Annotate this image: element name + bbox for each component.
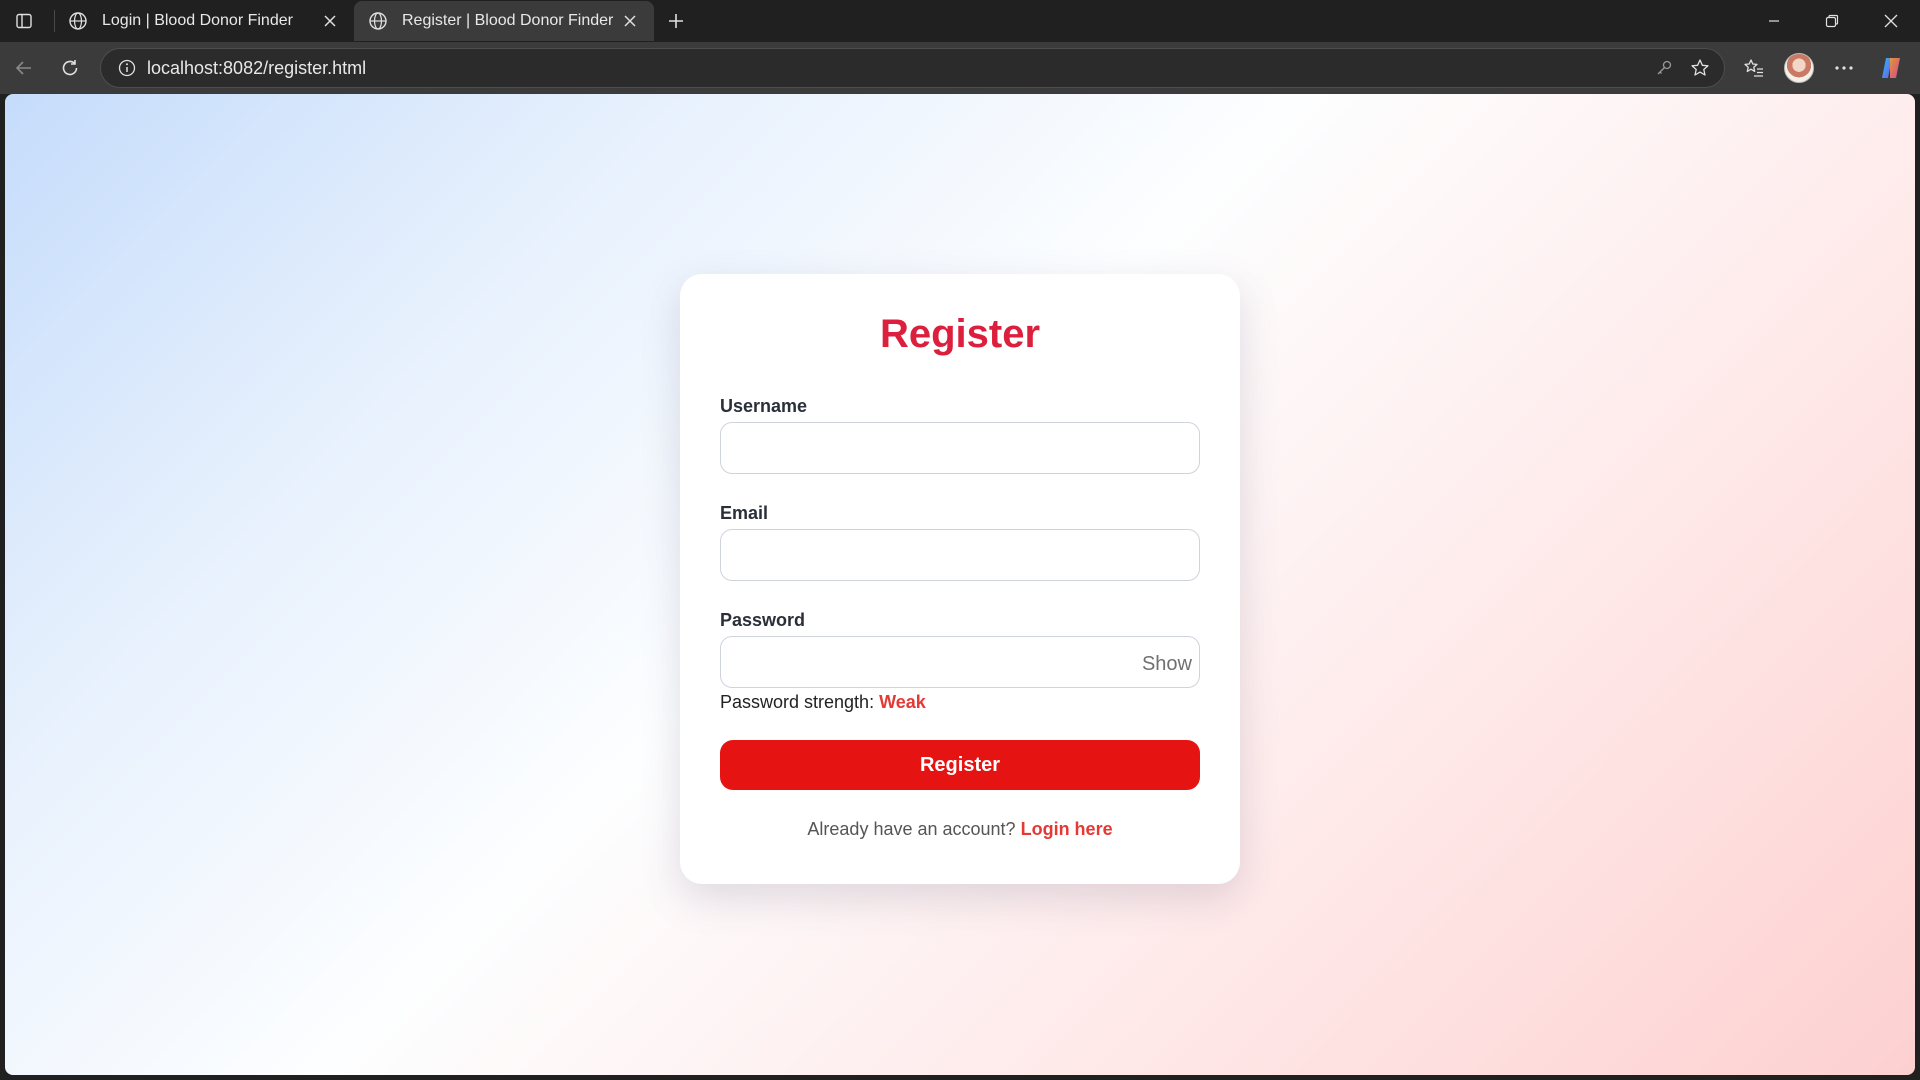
window-close-icon[interactable] <box>1862 0 1920 42</box>
show-password-toggle[interactable]: Show <box>1132 649 1192 679</box>
info-icon[interactable] <box>107 48 147 88</box>
reload-icon[interactable] <box>52 50 88 86</box>
tab-register[interactable]: Register | Blood Donor Finder <box>354 1 654 41</box>
username-label: Username <box>720 396 808 416</box>
login-prompt: Already have an account? Login here <box>680 819 1240 840</box>
register-button[interactable]: Register <box>720 740 1200 790</box>
profile-avatar[interactable] <box>1781 50 1817 86</box>
email-input[interactable] <box>720 529 1200 581</box>
browser-toolbar: localhost:8082/register.html <box>0 42 1920 94</box>
register-card: Register Username Email Password Show Pa… <box>680 274 1240 884</box>
strength-value: Weak <box>879 692 926 712</box>
page-viewport: Register Username Email Password Show Pa… <box>5 94 1915 1075</box>
restore-icon[interactable] <box>1803 0 1861 42</box>
favorites-icon[interactable] <box>1736 50 1772 86</box>
tab-strip: Login | Blood Donor Finder Register | Bl… <box>0 0 1920 42</box>
password-input[interactable] <box>720 636 1200 688</box>
key-icon[interactable] <box>1646 50 1682 86</box>
tab-title: Login | Blood Donor Finder <box>102 12 293 29</box>
new-tab-icon[interactable] <box>660 5 692 37</box>
close-icon[interactable] <box>318 9 342 33</box>
tab-login[interactable]: Login | Blood Donor Finder <box>54 1 354 41</box>
login-prompt-text: Already have an account? <box>807 819 1016 839</box>
password-label: Password <box>720 610 806 630</box>
copilot-icon[interactable] <box>1873 50 1909 86</box>
tab-actions-icon[interactable] <box>8 6 40 36</box>
browser-window: Login | Blood Donor Finder Register | Bl… <box>0 0 1920 1080</box>
window-bottom-edge <box>0 1075 1920 1080</box>
avatar <box>1784 53 1814 83</box>
username-input[interactable] <box>720 422 1200 474</box>
page-title: Register <box>879 312 1041 356</box>
close-icon[interactable] <box>618 9 642 33</box>
globe-icon <box>366 9 390 33</box>
address-bar[interactable]: localhost:8082/register.html <box>100 48 1725 88</box>
favorite-star-icon[interactable] <box>1682 50 1718 86</box>
url-text[interactable]: localhost:8082/register.html <box>147 58 1646 79</box>
back-arrow-icon[interactable] <box>6 50 42 86</box>
email-label: Email <box>720 503 769 523</box>
minimize-icon[interactable] <box>1745 0 1803 42</box>
globe-icon <box>66 9 90 33</box>
more-options-icon[interactable] <box>1826 50 1862 86</box>
login-link[interactable]: Login here <box>1021 819 1113 839</box>
tab-title: Register | Blood Donor Finder <box>402 12 614 29</box>
password-strength: Password strength: Weak <box>720 692 926 713</box>
strength-label: Password strength: <box>720 692 875 712</box>
